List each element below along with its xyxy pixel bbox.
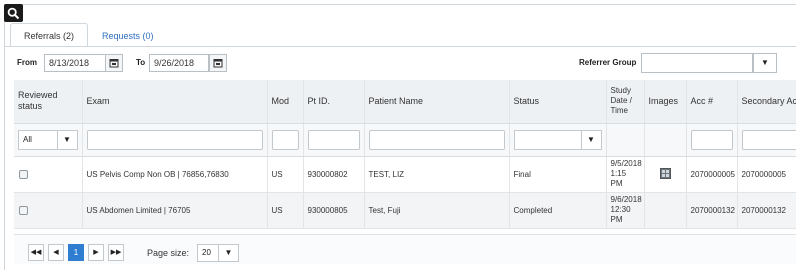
secondary-acc-cell: 2070000132 xyxy=(737,192,796,229)
table-row[interactable]: US Abdomen Limited | 76705 US 930000805 … xyxy=(14,192,796,229)
from-label: From xyxy=(17,58,37,67)
exam-cell: US Abdomen Limited | 76705 xyxy=(82,192,268,229)
table-row[interactable]: US Pelvis Comp Non OB | 76856,76830 US 9… xyxy=(14,156,796,193)
chevron-down-icon[interactable]: ▼ xyxy=(581,129,602,150)
tab-bar: Referrals (2) Requests (0) xyxy=(10,23,168,47)
patient-name-cell: TEST, LIZ xyxy=(364,156,510,193)
tab-requests[interactable]: Requests (0) xyxy=(88,23,168,47)
grid-filter-row: All ▼ ▼ xyxy=(14,123,796,157)
last-page-icon[interactable]: ▶▶ xyxy=(108,244,124,261)
mod-cell: US xyxy=(267,156,304,193)
col-header-images[interactable]: Images xyxy=(644,80,687,124)
page-size-select[interactable]: 20 ▼ xyxy=(197,244,239,262)
pt-id-filter-input[interactable] xyxy=(307,129,360,150)
tab-referrals[interactable]: Referrals (2) xyxy=(10,23,89,47)
mod-cell: US xyxy=(267,192,304,229)
patient-name-filter-input[interactable] xyxy=(368,129,505,150)
study-date-cell: 9/5/2018 1:15 PM xyxy=(606,156,645,193)
secondary-acc-filter-input[interactable] xyxy=(741,129,796,150)
col-header-status[interactable]: Status xyxy=(509,80,607,124)
page-number-button[interactable]: 1 xyxy=(68,244,84,261)
page-size-label: Page size: xyxy=(147,248,190,258)
prev-page-icon[interactable]: ◀ xyxy=(48,244,64,261)
referrer-group-label: Referrer Group xyxy=(579,58,637,67)
chevron-down-icon[interactable]: ▼ xyxy=(57,129,78,150)
reviewed-checkbox[interactable] xyxy=(19,169,28,179)
from-date-input[interactable]: 8/13/2018 xyxy=(44,54,106,72)
referrals-grid: Reviewed status Exam Mod Pt ID. Patient … xyxy=(14,80,796,234)
status-cell: Completed xyxy=(509,192,607,229)
pt-id-cell: 930000805 xyxy=(303,192,365,229)
first-page-icon[interactable]: ◀◀ xyxy=(28,244,44,261)
mod-filter-input[interactable] xyxy=(271,129,299,150)
filter-bar: From 8/13/2018 To 9/26/2018 Referrer Gro… xyxy=(4,52,796,74)
pager: ◀◀ ◀ 1 ▶ ▶▶ Page size: 20 ▼ xyxy=(14,234,796,264)
col-header-reviewed-status[interactable]: Reviewed status xyxy=(14,80,83,124)
pt-id-cell: 930000802 xyxy=(303,156,365,193)
calendar-icon[interactable] xyxy=(209,54,227,72)
images-icon[interactable] xyxy=(659,167,671,181)
chevron-down-icon[interactable]: ▼ xyxy=(219,244,239,262)
acc-cell: 2070000005 xyxy=(686,156,738,193)
exam-cell: US Pelvis Comp Non OB | 76856,76830 xyxy=(82,156,268,193)
acc-filter-input[interactable] xyxy=(690,129,733,150)
calendar-icon[interactable] xyxy=(105,54,123,72)
tab-divider xyxy=(4,46,796,47)
col-header-acc[interactable]: Acc # xyxy=(686,80,738,124)
exam-filter-input[interactable] xyxy=(86,129,263,150)
col-header-exam[interactable]: Exam xyxy=(82,80,268,124)
col-header-secondary-acc[interactable]: Secondary Acc# xyxy=(737,80,796,124)
status-filter-select[interactable]: ▼ xyxy=(513,129,602,150)
search-icon[interactable] xyxy=(4,4,23,22)
study-date-cell: 9/6/2018 12:30 PM xyxy=(606,192,645,229)
acc-cell: 2070000132 xyxy=(686,192,738,229)
col-header-pt-id[interactable]: Pt ID. xyxy=(303,80,365,124)
grid-header-row: Reviewed status Exam Mod Pt ID. Patient … xyxy=(14,80,796,124)
to-label: To xyxy=(136,58,146,67)
status-cell: Final xyxy=(509,156,607,193)
patient-name-cell: Test, Fuji xyxy=(364,192,510,229)
next-page-icon[interactable]: ▶ xyxy=(88,244,104,261)
col-header-study-date[interactable]: Study Date / Time xyxy=(606,80,645,124)
referrer-group-select[interactable] xyxy=(641,53,753,73)
chevron-down-icon[interactable]: ▼ xyxy=(753,53,777,73)
secondary-acc-cell: 2070000005 xyxy=(737,156,796,193)
col-header-mod[interactable]: Mod xyxy=(267,80,304,124)
reviewed-checkbox[interactable] xyxy=(19,205,28,215)
to-date-input[interactable]: 9/26/2018 xyxy=(149,54,209,72)
col-header-patient-name[interactable]: Patient Name xyxy=(364,80,510,124)
reviewed-status-filter[interactable]: All ▼ xyxy=(18,129,78,150)
